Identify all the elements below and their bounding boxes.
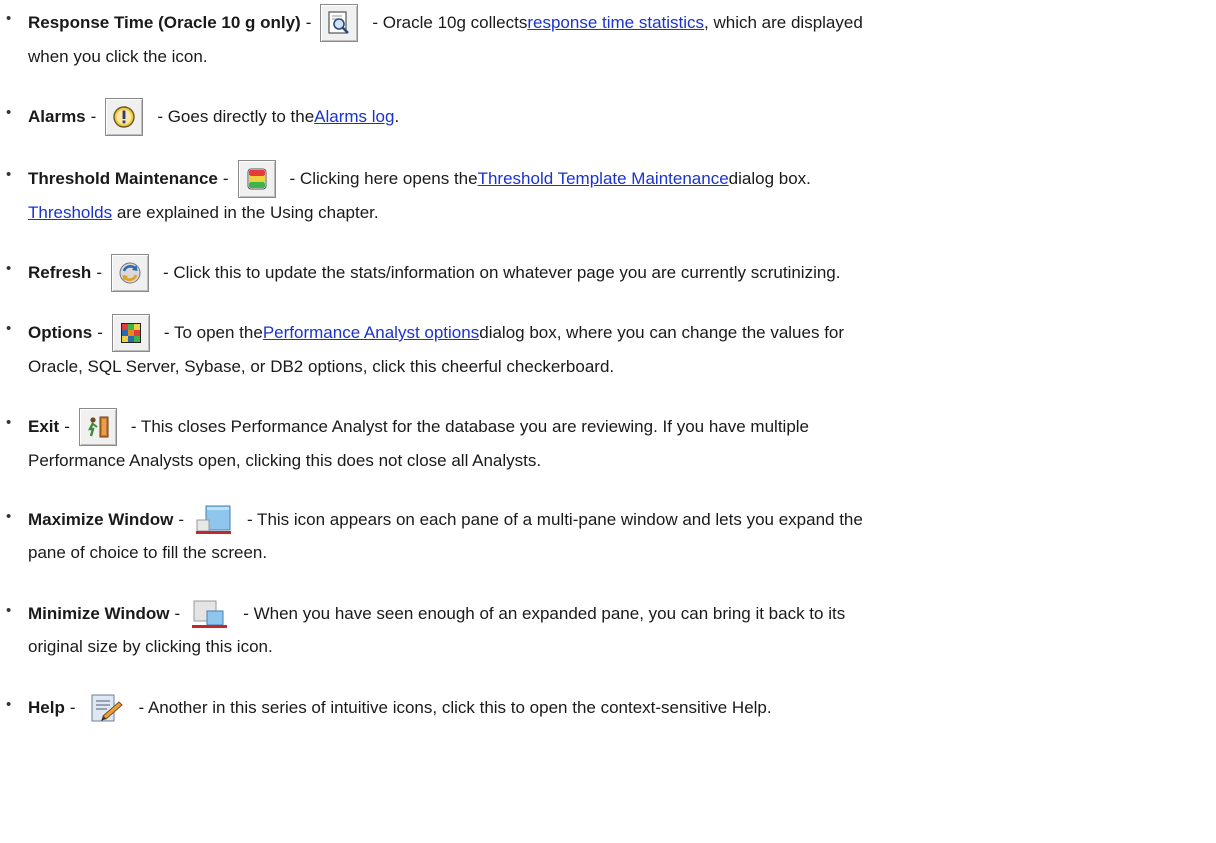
description-text: - Goes directly to the xyxy=(157,107,315,126)
list-item-response-time: • Response Time (Oracle 10 g only) - - O… xyxy=(0,4,1196,72)
term-refresh: Refresh xyxy=(28,263,92,282)
refresh-icon xyxy=(110,254,149,292)
separator: - xyxy=(222,169,229,188)
list-item-threshold-maintenance: • Threshold Maintenance - - Clicking her… xyxy=(0,160,1196,228)
term-options: Options xyxy=(28,323,93,342)
bullet: • xyxy=(6,696,12,713)
description-text: , which are displayed xyxy=(704,13,863,32)
description-text: dialog box. xyxy=(728,169,811,188)
list-item-refresh: • Refresh - - Click this to update the s… xyxy=(0,254,1196,292)
description-text: are explained in the Using chapter. xyxy=(112,203,379,222)
bullet: • xyxy=(6,10,12,27)
list-item-exit: • Exit - - This closes Performance Analy… xyxy=(0,408,1196,476)
description-line2: when you click the icon. xyxy=(28,47,208,66)
description-text: - This closes Performance Analyst for th… xyxy=(130,417,809,436)
alarms-icon xyxy=(105,98,144,136)
description-line2: original size by clicking this icon. xyxy=(28,637,273,656)
help-page: • Response Time (Oracle 10 g only) - - O… xyxy=(0,0,1216,843)
separator: - xyxy=(305,13,312,32)
link-response-time-statistics[interactable]: response time statistics xyxy=(527,8,704,38)
bullet: • xyxy=(6,320,12,337)
description-text: - Oracle 10g collects xyxy=(372,13,528,32)
help-icon xyxy=(85,690,125,726)
description-text: - To open the xyxy=(163,323,263,342)
link-thresholds[interactable]: Thresholds xyxy=(28,203,112,222)
response-time-icon xyxy=(320,4,359,42)
maximize-window-icon xyxy=(193,502,233,538)
options-checkerboard-icon xyxy=(111,314,150,352)
list-item-minimize-window: • Minimize Window - - When you have seen… xyxy=(0,596,1196,662)
description-text: . xyxy=(394,107,400,126)
bullet: • xyxy=(6,166,12,183)
term-threshold-maintenance: Threshold Maintenance xyxy=(28,169,218,188)
term-response-time: Response Time (Oracle 10 g only) xyxy=(28,13,301,32)
list-item-alarms: • Alarms - - Goes directly to the Alarms… xyxy=(0,98,1196,136)
description-text: - This icon appears on each pane of a mu… xyxy=(246,510,863,529)
threshold-maintenance-icon xyxy=(237,160,276,198)
bullet: • xyxy=(6,602,12,619)
description-text: - When you have seen enough of an expand… xyxy=(243,604,846,623)
description-line2: Oracle, SQL Server, Sybase, or DB2 optio… xyxy=(28,357,615,376)
separator: - xyxy=(178,510,184,529)
term-alarms: Alarms xyxy=(28,107,86,126)
separator: - xyxy=(174,604,181,623)
description-line2: Performance Analysts open, clicking this… xyxy=(28,451,542,470)
term-help: Help xyxy=(28,698,65,717)
link-alarms-log[interactable]: Alarms log xyxy=(314,102,394,132)
term-exit: Exit xyxy=(28,417,60,436)
list-item-options: • Options - - To open the Performance An… xyxy=(0,314,1196,382)
link-threshold-template-maintenance[interactable]: Threshold Template Maintenance xyxy=(478,164,729,194)
description-text: - Clicking here opens the xyxy=(289,169,478,188)
list-item-maximize-window: • Maximize Window - - This icon appears … xyxy=(0,502,1196,568)
list-item-help: • Help - - Another in this series of int… xyxy=(0,690,1196,726)
separator: - xyxy=(96,263,102,282)
description-text: dialog box, where you can change the val… xyxy=(479,323,845,342)
minimize-window-icon xyxy=(189,596,229,632)
separator: - xyxy=(97,323,103,342)
exit-icon xyxy=(78,408,117,446)
separator: - xyxy=(64,417,70,436)
term-maximize-window: Maximize Window xyxy=(28,510,174,529)
bullet: • xyxy=(6,260,12,277)
description-text: - Another in this series of intuitive ic… xyxy=(138,698,772,717)
bullet: • xyxy=(6,104,12,121)
description-text: - Click this to update the stats/informa… xyxy=(162,263,841,282)
description-line2: pane of choice to fill the screen. xyxy=(28,543,268,562)
bullet: • xyxy=(6,414,12,431)
term-minimize-window: Minimize Window xyxy=(28,604,170,623)
separator: - xyxy=(90,107,97,126)
separator: - xyxy=(69,698,76,717)
bullet: • xyxy=(6,508,12,525)
link-performance-analyst-options[interactable]: Performance Analyst options xyxy=(263,318,479,348)
